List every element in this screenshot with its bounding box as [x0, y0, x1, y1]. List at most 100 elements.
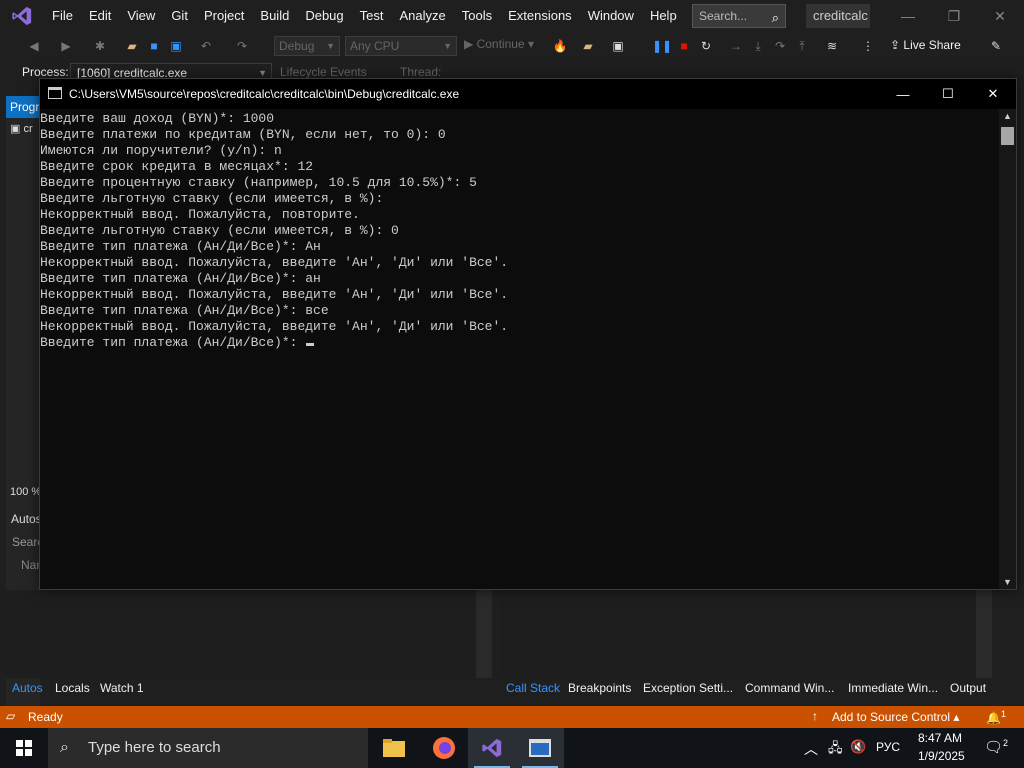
show-hidden-icons-icon[interactable]: ︿	[804, 739, 818, 759]
firefox-icon	[433, 737, 455, 759]
console-scrollbar[interactable]: ▲ ▼	[999, 109, 1016, 589]
volume-muted-icon[interactable]: 🔇	[850, 739, 866, 755]
feedback-icon[interactable]: ✎	[988, 38, 1004, 54]
stop-icon[interactable]: ■	[676, 38, 692, 54]
scroll-up-icon[interactable]: ▲	[1003, 111, 1012, 121]
configuration-select[interactable]: Debug ▼	[274, 36, 340, 56]
console-line-text: Введите тип платежа (Ан/Ди/Все)*:	[40, 335, 306, 350]
restore-button[interactable]: ❐	[932, 0, 976, 32]
search-input[interactable]: Search... ⌕	[692, 4, 786, 28]
save-icon[interactable]: ■	[146, 38, 162, 54]
autos-panel	[6, 590, 494, 678]
firefox-app[interactable]	[420, 728, 468, 768]
hot-reload-icon[interactable]: 🔥	[552, 38, 568, 54]
undo-icon[interactable]: ↶	[198, 38, 214, 54]
menu-analyze[interactable]: Analyze	[391, 0, 453, 32]
visual-studio-app[interactable]	[468, 728, 516, 768]
console-line-text: Введите тип платежа (Ан/Ди/Все)*: Ан	[40, 239, 321, 254]
menu-help[interactable]: Help	[642, 0, 685, 32]
show-next-statement-icon[interactable]: →	[728, 38, 744, 54]
menu-extensions[interactable]: Extensions	[500, 0, 580, 32]
file-explorer-app[interactable]	[370, 728, 418, 768]
menu-test[interactable]: Test	[352, 0, 392, 32]
back-icon[interactable]: ◀	[26, 38, 42, 54]
console-maximize-button[interactable]: ☐	[925, 79, 971, 109]
menu-window[interactable]: Window	[580, 0, 642, 32]
console-line: Введите льготную ставку (если имеется, в…	[40, 191, 998, 207]
console-app[interactable]	[516, 728, 564, 768]
tab-call-stack[interactable]: Call Stack	[506, 680, 560, 696]
clock-time[interactable]: 8:47 AM	[918, 731, 962, 745]
start-button[interactable]	[0, 728, 48, 768]
save-all-icon[interactable]: ▣	[168, 38, 184, 54]
menu-tools[interactable]: Tools	[454, 0, 500, 32]
threads-icon[interactable]: ≋	[824, 38, 840, 54]
autos-scrollbar[interactable]	[476, 590, 492, 678]
visual-studio-logo-icon[interactable]	[0, 0, 44, 32]
menu-git[interactable]: Git	[163, 0, 196, 32]
screenshot-icon[interactable]: ▣	[610, 38, 626, 54]
tab-autos[interactable]: Autos	[12, 680, 43, 696]
console-window[interactable]: C:\Users\VM5\source\repos\creditcalc\cre…	[39, 78, 1017, 590]
tab-locals[interactable]: Locals	[55, 680, 90, 696]
language-indicator[interactable]: РУС	[876, 740, 900, 754]
lifecycle-events-button[interactable]: Lifecycle Events	[280, 65, 367, 79]
console-output[interactable]: Введите ваш доход (BYN)*: 1000 Введите пл…	[40, 111, 998, 589]
console-line: Введите тип платежа (Ан/Ди/Все)*: все	[40, 303, 998, 319]
add-to-source-control-button[interactable]: Add to Source Control ▴	[832, 710, 959, 724]
zoom-level[interactable]: 100 %	[10, 486, 41, 498]
redo-icon[interactable]: ↷	[234, 38, 250, 54]
tab-command-win[interactable]: Command Win...	[745, 680, 834, 696]
tab-immediate-win[interactable]: Immediate Win...	[848, 680, 938, 696]
tab-output[interactable]: Output	[950, 680, 986, 696]
taskbar-search-input[interactable]: ⌕ Type here to search	[48, 728, 368, 768]
browse-folder-icon[interactable]: ▰	[580, 38, 596, 54]
autos-name-column: Nar	[21, 558, 41, 572]
console-close-button[interactable]: ✕	[970, 79, 1016, 109]
solution-item[interactable]: ▣ cr	[10, 122, 40, 138]
live-share-button[interactable]: ⇪ Live Share	[890, 38, 961, 52]
menu-file[interactable]: File	[44, 0, 81, 32]
menu-project[interactable]: Project	[196, 0, 252, 32]
platform-select[interactable]: Any CPU ▼	[345, 36, 457, 56]
console-scroll-thumb[interactable]	[1001, 127, 1014, 145]
call-stack-scrollbar[interactable]	[976, 590, 992, 678]
step-out-icon[interactable]: ⤒	[794, 38, 810, 54]
menu-edit[interactable]: Edit	[81, 0, 119, 32]
pause-icon[interactable]: ❚❚	[652, 38, 672, 54]
console-line: Некорректный ввод. Пожалуйста, введите '…	[40, 287, 998, 303]
console-line-text: Введите тип платежа (Ан/Ди/Все)*: все	[40, 303, 329, 318]
toolbar-overflow-icon[interactable]: ⋮	[860, 38, 876, 54]
action-center-icon[interactable]: 🗨2	[984, 738, 1008, 756]
new-item-icon[interactable]: ✱	[92, 38, 108, 54]
text-cursor	[306, 343, 315, 346]
clock-date[interactable]: 1/9/2025	[918, 749, 965, 763]
open-folder-icon[interactable]: ▰	[124, 38, 140, 54]
step-into-icon[interactable]: ⤓	[750, 38, 766, 54]
console-line-text: Некорректный ввод. Пожалуйста, введите '…	[40, 287, 509, 302]
menu-build[interactable]: Build	[252, 0, 297, 32]
console-line: Некорректный ввод. Пожалуйста, введите '…	[40, 319, 998, 335]
continue-button[interactable]: ▶ Continue ▾	[464, 37, 534, 51]
menu-view[interactable]: View	[119, 0, 163, 32]
menu-debug[interactable]: Debug	[297, 0, 351, 32]
forward-icon[interactable]: ▶	[58, 38, 74, 54]
console-line: Введите процентную ставку (например, 10.…	[40, 175, 998, 191]
network-icon[interactable]: 🖧	[828, 739, 843, 761]
console-minimize-button[interactable]: —	[880, 79, 926, 109]
console-title-bar[interactable]: C:\Users\VM5\source\repos\creditcalc\cre…	[40, 79, 1016, 109]
console-line-text: Некорректный ввод. Пожалуйста, введите '…	[40, 319, 509, 334]
tab-exception-setti[interactable]: Exception Setti...	[643, 680, 733, 696]
tab-watch-1[interactable]: Watch 1	[100, 680, 144, 696]
close-button[interactable]: ✕	[978, 0, 1022, 32]
search-icon: ⌕	[771, 10, 779, 25]
restart-icon[interactable]: ↻	[698, 38, 714, 54]
step-over-icon[interactable]: ↷	[772, 38, 788, 54]
console-line-text: Введите тип платежа (Ан/Ди/Все)*: ан	[40, 271, 321, 286]
tab-breakpoints[interactable]: Breakpoints	[568, 680, 631, 696]
scroll-down-icon[interactable]: ▼	[1003, 577, 1012, 587]
solution-name-badge[interactable]: creditcalc	[806, 4, 870, 28]
tab-program[interactable]: Progr	[6, 96, 40, 118]
notifications-icon[interactable]: 🔔1	[986, 709, 1006, 725]
minimize-button[interactable]: —	[886, 0, 930, 32]
